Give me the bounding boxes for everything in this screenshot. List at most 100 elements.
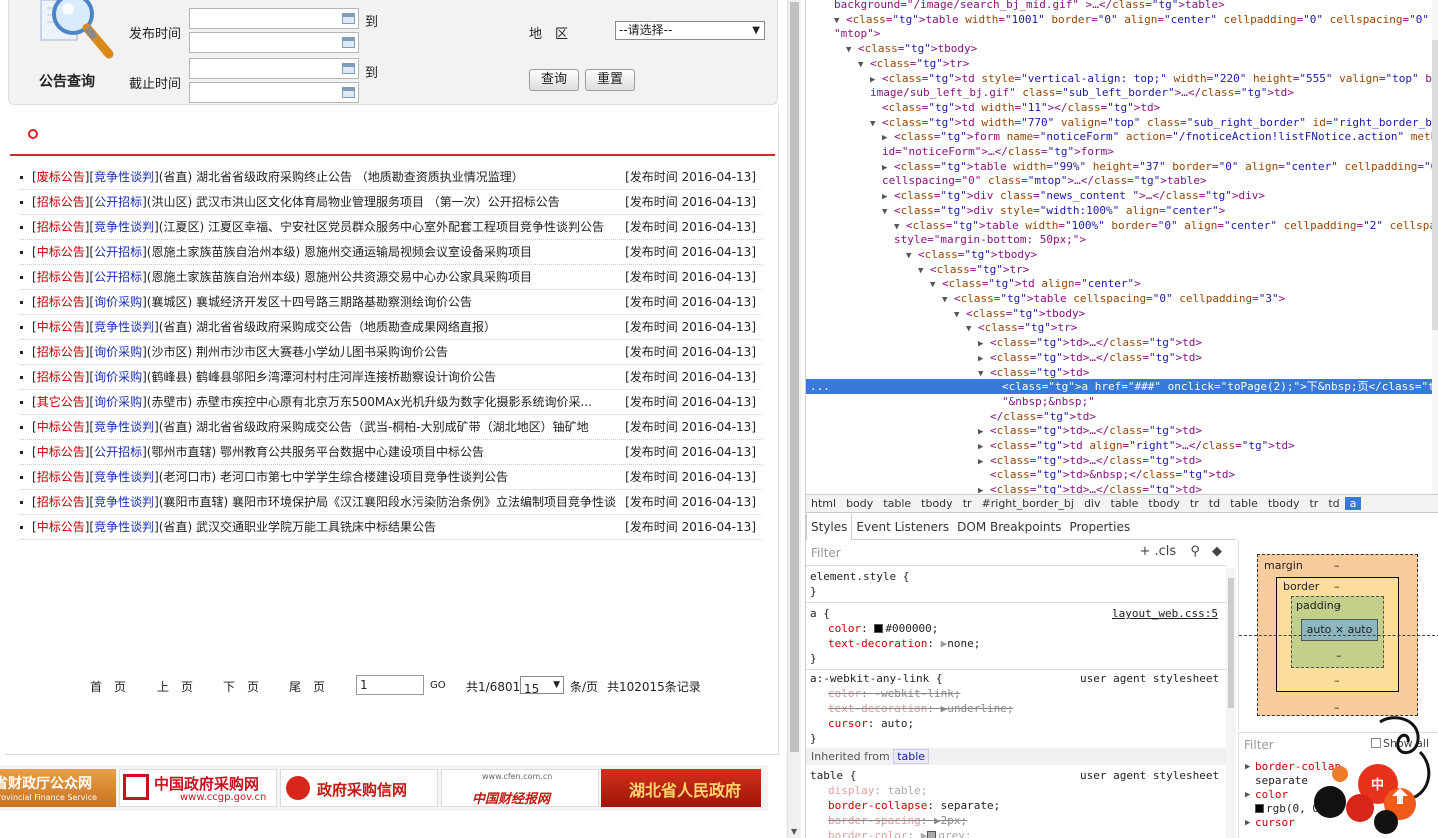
dom-node[interactable]: ▼ <class="tg">table width="1001" border=…	[806, 12, 1438, 27]
expand-triangle-icon[interactable]: ▶	[882, 192, 887, 202]
breadcrumb-item[interactable]: div	[1079, 497, 1106, 510]
last-page-link[interactable]: 尾 页	[289, 678, 325, 695]
scrollbar-thumb[interactable]	[1432, 40, 1438, 330]
notice-title-link[interactable]: [招标公告][竞争性谈判](老河口市) 老河口市第七中学学生综合楼建设项目竞争性…	[32, 465, 630, 489]
breadcrumb-item[interactable]: a	[1344, 497, 1362, 510]
notice-title-link[interactable]: [其它公告][询价采购](赤壁市) 赤壁市疾控中心原有北京万东500MAx光机升…	[32, 390, 630, 414]
banner-ccgp[interactable]: 中国政府采购网 www.ccgp.gov.cn	[119, 769, 277, 807]
notice-method[interactable]: 竞争性谈判	[94, 495, 154, 509]
styles-filter-input[interactable]: Filter	[811, 546, 841, 560]
dom-node[interactable]: ▶ <class="tg">table width="99%" height="…	[806, 159, 1438, 174]
notice-title-link[interactable]: [招标公告][竞争性谈判](襄阳市直辖) 襄阳市环境保护局《汉江襄阳段水污染防治…	[32, 490, 630, 514]
banner-cfen[interactable]: www.cfen.com.cn 中国财经报网	[441, 769, 599, 807]
deadline-end-input[interactable]	[189, 82, 359, 103]
publish-end-input[interactable]	[189, 32, 359, 53]
prev-page-link[interactable]: 上 页	[157, 678, 193, 695]
border-bottom-value[interactable]: –	[1334, 674, 1340, 687]
notice-method[interactable]: 竞争性谈判	[94, 470, 154, 484]
notice-method[interactable]: 公开招标	[94, 245, 142, 259]
dom-node[interactable]: ▼ <class="tg">tr>	[806, 56, 1434, 71]
padding-top-value[interactable]: –	[1336, 599, 1342, 612]
dom-node-selected[interactable]: ... <class="tg">a href="###" onclick="toP…	[806, 379, 1438, 395]
notice-type[interactable]: 中标公告	[37, 320, 85, 334]
dom-node[interactable]: ▶ <class="tg">td>…</class="tg">td>	[806, 482, 1434, 494]
dom-node[interactable]: ▼ <class="tg">tbody>	[806, 306, 1434, 321]
style-property-inherited[interactable]: border-color: ▶ grey;	[828, 828, 971, 838]
style-property-overridden[interactable]: border-spacing: ▶2px;	[828, 813, 967, 828]
query-button[interactable]: 查询	[529, 69, 579, 91]
breadcrumb-item[interactable]: table	[1225, 497, 1263, 510]
notice-method[interactable]: 竞争性谈判	[94, 220, 154, 234]
notice-title-link[interactable]: [招标公告][竞争性谈判](江夏区) 江夏区幸福、宁安社区党员群众服务中心室外配…	[32, 215, 630, 239]
dom-node[interactable]: style="margin-bottom: 50px;">	[806, 232, 1434, 247]
dom-node[interactable]: background="/image/search_bj_mid.gif" >……	[806, 0, 1434, 12]
color-swatch-icon[interactable]	[874, 624, 884, 633]
breadcrumb-item[interactable]: table	[878, 497, 916, 510]
list-item[interactable]: [招标公告][询价采购](鹤峰县) 鹤峰县邬阳乡湾潭河村村庄河岸连接桥勘察设计询…	[20, 365, 762, 390]
color-swatch-icon[interactable]	[927, 831, 937, 838]
dom-node[interactable]: cellspacing="0" class="mtop">…</class="t…	[806, 173, 1434, 188]
collapse-triangle-icon[interactable]: ▼	[846, 45, 851, 55]
margin-top-value[interactable]: –	[1334, 559, 1340, 572]
list-item[interactable]: [中标公告][竞争性谈判](省直) 湖北省省级政府采购成交公告（地质勘查成果网络…	[20, 315, 762, 340]
expand-triangle-icon[interactable]: ▶	[882, 163, 887, 173]
list-item[interactable]: [中标公告][公开招标](恩施土家族苗族自治州本级) 恩施州交通运输局视频会议室…	[20, 240, 762, 265]
dom-node[interactable]: ▼ <class="tg">tbody>	[806, 247, 1434, 262]
collapse-triangle-icon[interactable]: ▼	[978, 369, 983, 379]
dom-node[interactable]: ▼ <class="tg">tbody>	[806, 41, 1434, 56]
inherited-node-link[interactable]: table	[893, 749, 930, 764]
dom-node[interactable]: ▼ <class="tg">td width="770" valign="top…	[806, 115, 1438, 130]
collapse-triangle-icon[interactable]: ▼	[954, 310, 959, 320]
notice-title-link[interactable]: [废标公告][竞争性谈判](省直) 湖北省省级政府采购终止公告 （地质勘查资质执…	[32, 165, 630, 189]
notice-title[interactable]: (省直) 湖北省省级政府采购成交公告（武当-桐柏-大别成矿带（湖北地区）铀矿地	[159, 420, 589, 434]
style-property[interactable]: color: #000000;	[828, 621, 938, 636]
page-number-input[interactable]: 1	[356, 675, 424, 695]
dom-node[interactable]: <class="tg">td>&nbsp;</class="tg">td>	[806, 467, 1434, 482]
rule-webkit-link[interactable]: a:-webkit-any-link { user agent styleshe…	[810, 671, 1219, 686]
page-size-select[interactable]: 15 ▼	[520, 676, 564, 696]
rule-selector[interactable]: element.style {	[810, 569, 909, 584]
notice-method[interactable]: 公开招标	[94, 445, 142, 459]
notice-title-link[interactable]: [招标公告][询价采购](沙市区) 荆州市沙市区大赛巷小学幼儿图书采购询价公告	[32, 340, 630, 364]
new-rule-button[interactable]: + .cls	[1139, 544, 1176, 559]
scrollbar-thumb[interactable]	[1228, 578, 1234, 708]
notice-type[interactable]: 中标公告	[37, 245, 85, 259]
notice-method[interactable]: 询价采购	[94, 295, 142, 309]
region-select[interactable]: --请选择-- ▼	[615, 21, 765, 40]
notice-type[interactable]: 招标公告	[37, 345, 85, 359]
style-property-overridden[interactable]: color: -webkit-link;	[828, 686, 960, 701]
notice-type[interactable]: 招标公告	[37, 495, 85, 509]
styles-scrollbar[interactable]	[1226, 568, 1236, 838]
list-item[interactable]: [中标公告][竞争性谈判](省直) 武汉交通职业学院万能工具铣床中标结果公告 [发…	[20, 515, 762, 540]
notice-title[interactable]: (省直) 湖北省省级政府采购成交公告（地质勘查成果网络直报）	[159, 320, 496, 334]
page-scrollbar[interactable]: ▼	[787, 0, 801, 838]
list-item[interactable]: [招标公告][公开招标](洪山区) 武汉市洪山区文化体育局物业管理服务项目 （第…	[20, 190, 762, 215]
notice-title-link[interactable]: [招标公告][询价采购](襄城区) 襄城经济开发区十四号路三期路基勘察测绘询价公…	[32, 290, 630, 314]
notice-type[interactable]: 废标公告	[37, 170, 85, 184]
tab-properties[interactable]: Properties	[1065, 514, 1134, 540]
notice-title[interactable]: (鹤峰县) 鹤峰县邬阳乡湾潭河村村庄河岸连接桥勘察设计询价公告	[147, 370, 496, 384]
expand-triangle-icon[interactable]: ▶	[1245, 788, 1250, 802]
breadcrumb-item[interactable]: td	[1204, 497, 1225, 510]
scroll-down-icon[interactable]: ▼	[791, 827, 797, 836]
dom-node[interactable]: image/sub_left_bj.gif" class="sub_left_b…	[806, 85, 1434, 100]
notice-title[interactable]: (鄂州市直辖) 鄂州教育公共服务平台数据中心建设项目中标公告	[147, 445, 484, 459]
expand-triangle-icon[interactable]: ▶	[978, 427, 983, 437]
notice-type[interactable]: 其它公告	[37, 395, 85, 409]
breadcrumb-item[interactable]: body	[841, 497, 878, 510]
notice-title[interactable]: (老河口市) 老河口市第七中学学生综合楼建设项目竞争性谈判公告	[159, 470, 508, 484]
notice-method[interactable]: 竞争性谈判	[94, 520, 154, 534]
banner-hubei-gov[interactable]: 湖北省人民政府	[601, 769, 761, 807]
collapse-triangle-icon[interactable]: ▼	[834, 16, 839, 26]
notice-title[interactable]: (江夏区) 江夏区幸福、宁安社区党员群众服务中心室外配套工程项目竞争性谈判公告	[159, 220, 604, 234]
expand-triangle-icon[interactable]: ▶	[978, 339, 983, 349]
notice-title-link[interactable]: [中标公告][竞争性谈判](省直) 武汉交通职业学院万能工具铣床中标结果公告	[32, 515, 630, 539]
banner-finance-dept[interactable]: 省财政厅公众网 rovincial Finance Service	[0, 769, 116, 807]
breadcrumb-item[interactable]: tr	[1185, 497, 1204, 510]
list-item[interactable]: [招标公告][竞争性谈判](江夏区) 江夏区幸福、宁安社区党员群众服务中心室外配…	[20, 215, 762, 240]
rule-a[interactable]: a { layout_web.css:5	[810, 606, 1218, 621]
notice-type[interactable]: 中标公告	[37, 420, 85, 434]
notice-method[interactable]: 公开招标	[94, 270, 142, 284]
breadcrumb-item[interactable]: tr	[1304, 497, 1323, 510]
breadcrumb-item[interactable]: #right_border_bj	[977, 497, 1079, 510]
